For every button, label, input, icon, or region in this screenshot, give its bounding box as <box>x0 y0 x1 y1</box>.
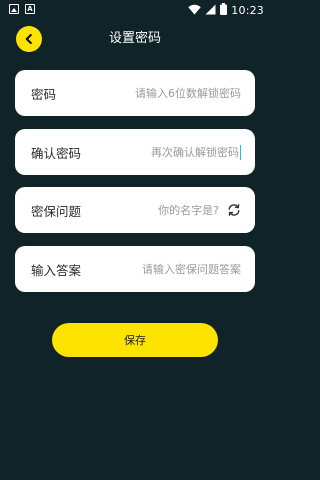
image-icon <box>9 4 19 14</box>
password-input[interactable] <box>64 86 241 100</box>
status-right-icons: 10:23 <box>188 3 264 18</box>
answer-label: 输入答案 <box>31 262 82 278</box>
password-field[interactable]: 密码 <box>15 70 255 116</box>
password-label: 密码 <box>31 86 57 102</box>
save-button[interactable]: 保存 <box>52 323 218 357</box>
font-icon: A <box>25 4 35 14</box>
refresh-icon[interactable] <box>227 203 241 217</box>
confirm-password-label: 确认密码 <box>31 145 82 161</box>
header: 设置密码 <box>0 22 270 56</box>
confirm-password-field[interactable]: 确认密码 <box>15 129 255 175</box>
security-question-field[interactable]: 密保问题 <box>15 187 255 233</box>
wifi-icon <box>188 4 201 18</box>
confirm-password-input[interactable] <box>89 145 239 159</box>
answer-input[interactable] <box>89 262 241 276</box>
security-question-input[interactable] <box>89 203 219 217</box>
battery-icon <box>220 3 228 18</box>
security-question-label: 密保问题 <box>31 203 82 219</box>
text-caret <box>240 144 241 160</box>
status-time: 10:23 <box>231 4 264 17</box>
page-title: 设置密码 <box>108 31 161 46</box>
signal-icon <box>205 4 216 18</box>
answer-field[interactable]: 输入答案 <box>15 246 255 292</box>
status-bar: A 10:23 <box>0 0 270 20</box>
status-left-icons: A <box>9 4 35 14</box>
